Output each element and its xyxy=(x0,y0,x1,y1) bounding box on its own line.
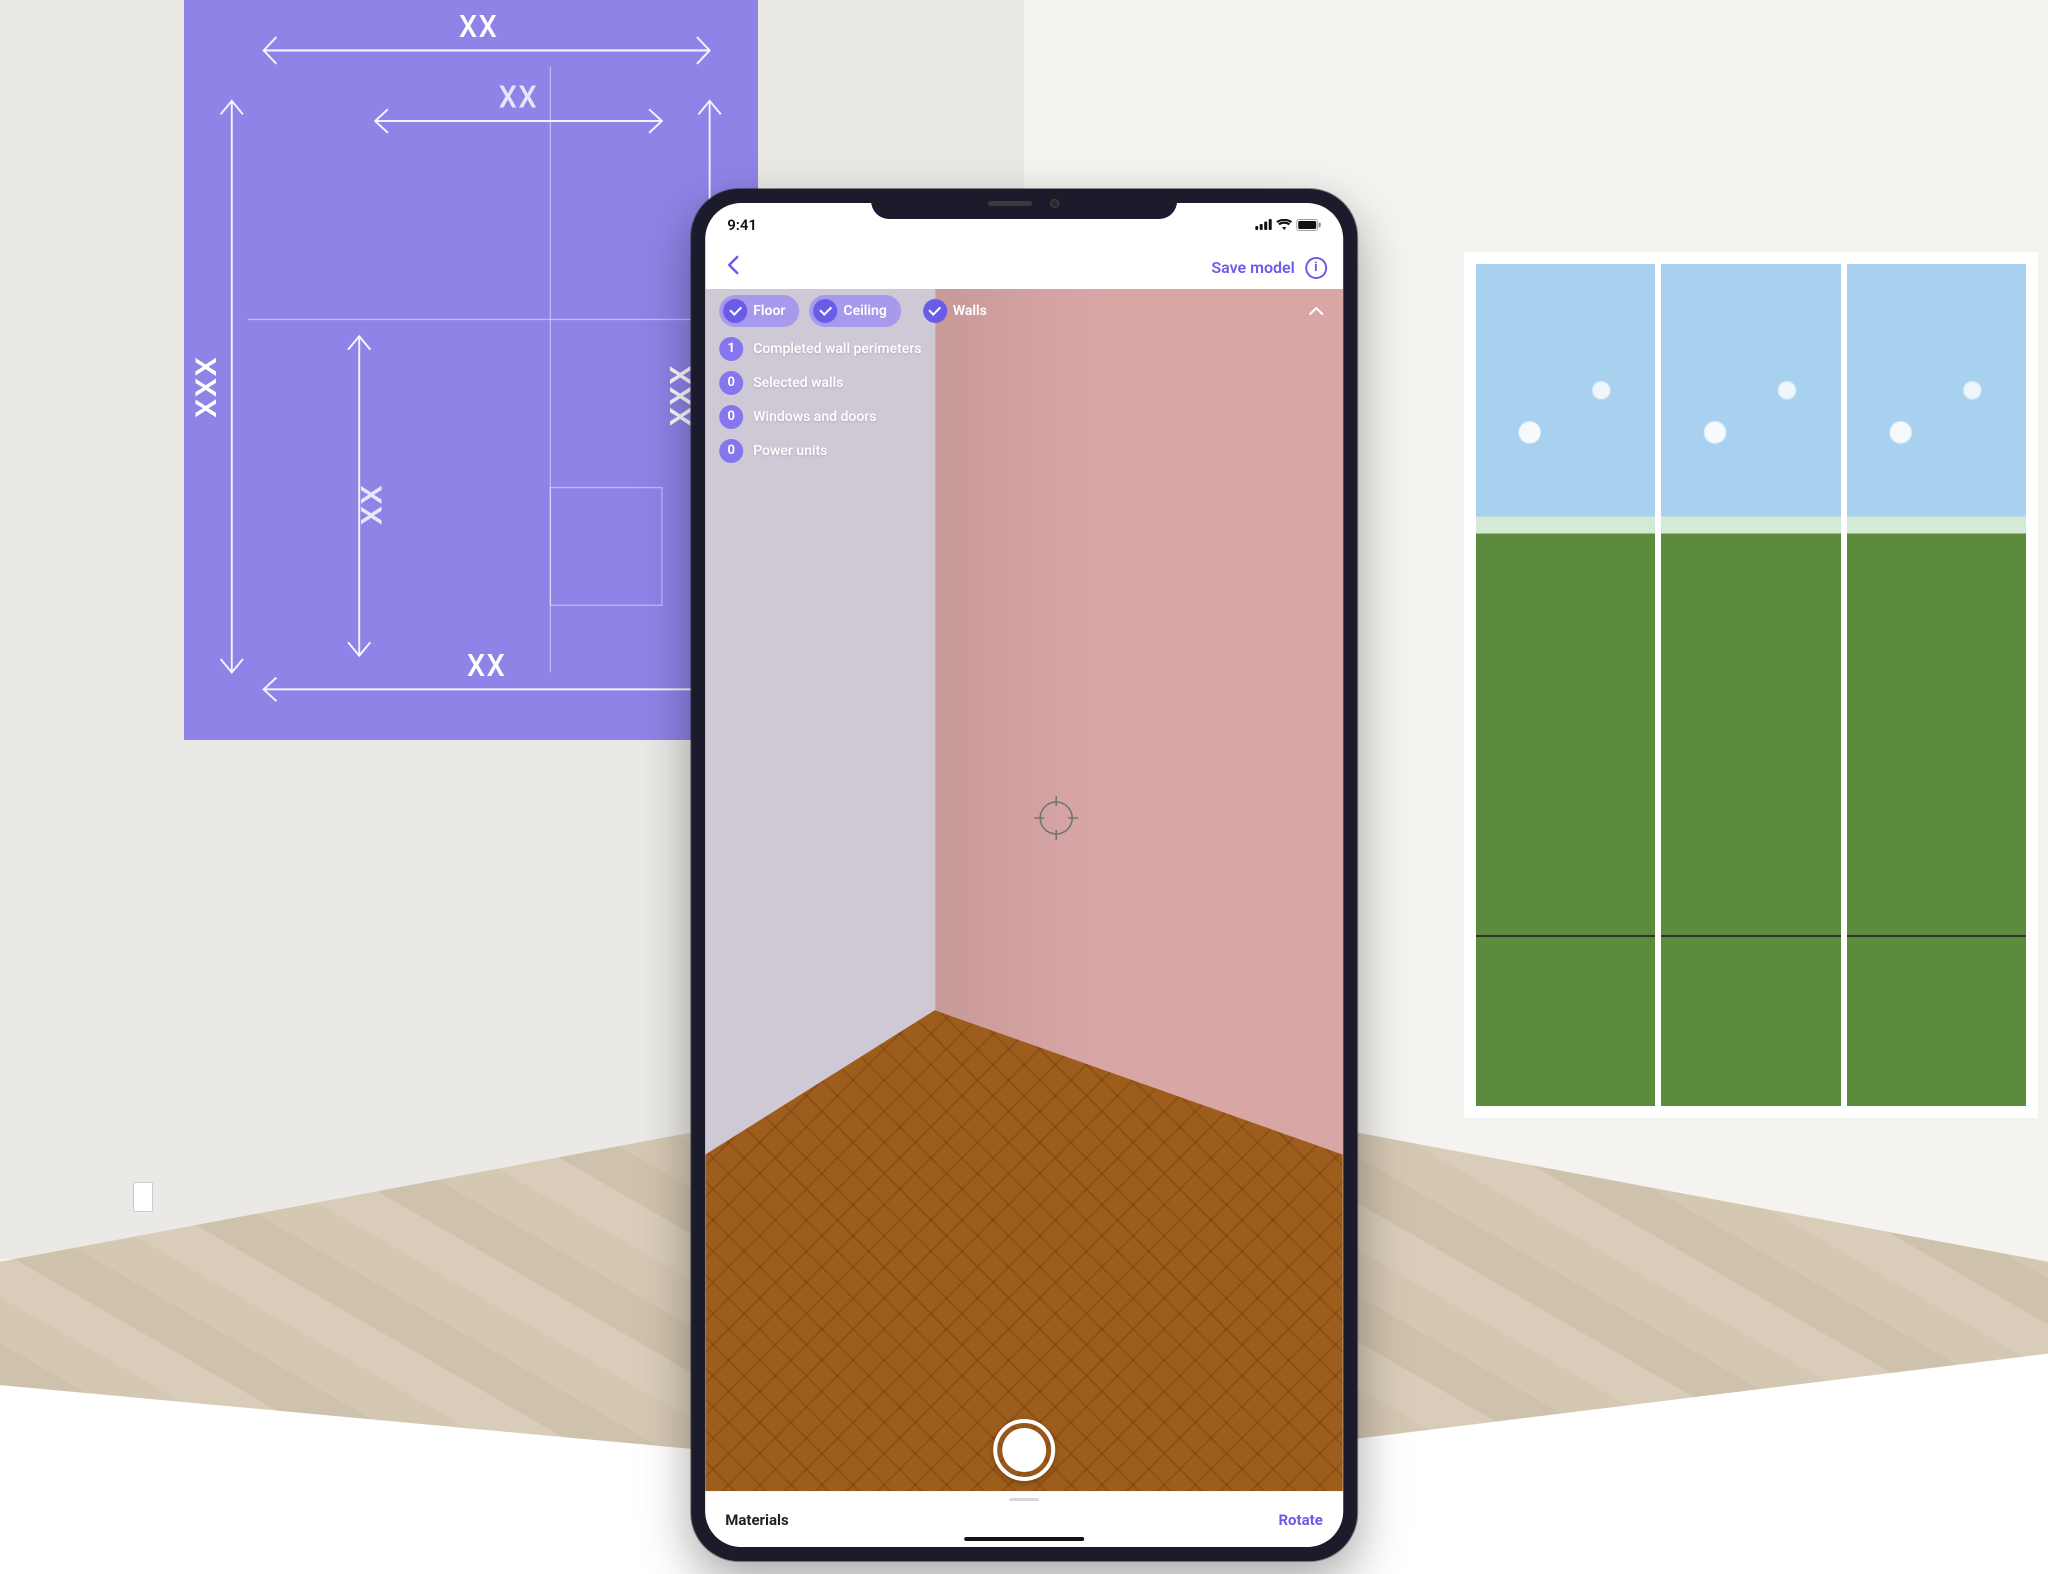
collapse-toggle[interactable] xyxy=(1303,298,1329,324)
chip-ceiling[interactable]: Ceiling xyxy=(809,295,900,327)
info-icon: i xyxy=(1314,260,1317,275)
nav-row: Save model i xyxy=(705,247,1343,289)
status-right xyxy=(1255,219,1321,231)
blueprint-label-left-inner: XX xyxy=(357,484,390,526)
blueprint-label-bottom: XX xyxy=(467,649,506,684)
crosshair-icon xyxy=(1032,794,1080,842)
surface-chips-row: Floor Ceiling Walls xyxy=(705,295,1343,327)
window-pane xyxy=(1847,264,2026,1106)
rotate-button[interactable]: Rotate xyxy=(1278,1511,1322,1529)
stat-count: 0 xyxy=(719,439,743,463)
ar-viewport[interactable]: Floor Ceiling Walls xyxy=(705,289,1343,1491)
phone-screen: 9:41 Save mode xyxy=(705,203,1343,1547)
stat-row: 1 Completed wall perimeters xyxy=(719,337,1329,361)
stat-count: 0 xyxy=(719,405,743,429)
status-time: 9:41 xyxy=(727,216,757,234)
cellular-icon xyxy=(1255,219,1272,230)
info-button[interactable]: i xyxy=(1305,257,1327,279)
stat-label: Power units xyxy=(753,443,827,459)
materials-button[interactable]: Materials xyxy=(725,1511,789,1529)
stat-label: Selected walls xyxy=(753,375,843,391)
blueprint-label-left: XXX xyxy=(191,356,224,418)
window-pane xyxy=(1661,264,1840,1106)
blueprint-overlay: XX XX XXX XX XXX XX xyxy=(184,0,757,740)
phone-notch xyxy=(871,189,1177,219)
chevron-left-icon xyxy=(727,255,739,275)
check-icon xyxy=(813,299,837,323)
stat-row: 0 Power units xyxy=(719,439,1329,463)
phone-frame: 9:41 Save mode xyxy=(691,189,1357,1561)
chip-walls[interactable]: Walls xyxy=(911,295,999,327)
chip-floor[interactable]: Floor xyxy=(719,295,799,327)
drag-handle[interactable] xyxy=(1009,1498,1039,1501)
blueprint-label-top-inner: XX xyxy=(499,81,538,116)
stat-label: Windows and doors xyxy=(753,409,876,425)
scene-root: XX XX XXX XX XXX XX xyxy=(0,0,2048,1574)
chip-label: Walls xyxy=(953,303,987,319)
home-indicator[interactable] xyxy=(964,1537,1084,1541)
stat-count: 0 xyxy=(719,371,743,395)
stat-label: Completed wall perimeters xyxy=(753,341,921,357)
chip-label: Floor xyxy=(753,303,785,319)
check-icon xyxy=(723,299,747,323)
chevron-up-icon xyxy=(1308,306,1324,316)
capture-button-inner xyxy=(1002,1428,1046,1472)
battery-icon xyxy=(1296,219,1321,231)
stat-count: 1 xyxy=(719,337,743,361)
back-button[interactable] xyxy=(721,251,745,285)
chip-label: Ceiling xyxy=(843,303,886,319)
save-model-button[interactable]: Save model xyxy=(1211,258,1294,277)
window-pane xyxy=(1476,264,1655,1106)
stat-row: 0 Selected walls xyxy=(719,371,1329,395)
stats-list: 1 Completed wall perimeters 0 Selected w… xyxy=(719,337,1329,463)
ar-scene xyxy=(705,289,1343,1491)
room-window xyxy=(1464,252,2037,1118)
stat-row: 0 Windows and doors xyxy=(719,405,1329,429)
crosshair-reticle xyxy=(1032,794,1080,842)
power-outlet xyxy=(133,1182,153,1212)
blueprint-label-top: XX xyxy=(459,10,498,45)
wifi-icon xyxy=(1276,219,1292,230)
capture-button[interactable] xyxy=(993,1419,1055,1481)
check-icon xyxy=(923,299,947,323)
